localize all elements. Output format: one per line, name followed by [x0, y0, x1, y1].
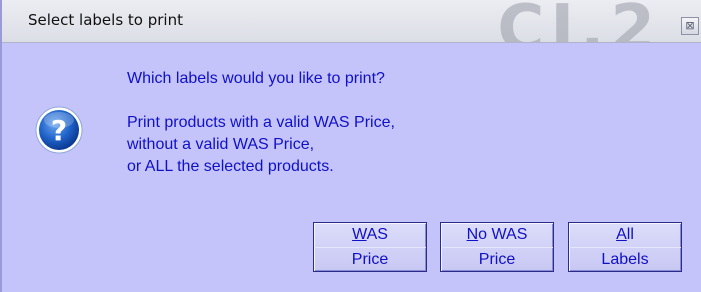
- window-title: Select labels to print: [28, 11, 183, 29]
- background-watermark: CI.2: [497, 0, 661, 43]
- no-was-price-accelerator: N: [466, 226, 479, 243]
- message-spacer: [127, 90, 395, 112]
- was-price-label-rest: AS: [366, 226, 388, 243]
- no-was-price-button-line1: No WAS: [441, 223, 553, 248]
- all-labels-button-line1: All: [569, 223, 681, 248]
- no-was-price-label-rest: o WAS: [478, 226, 528, 243]
- question-icon: ?: [35, 106, 83, 154]
- message-line-2: without a valid WAS Price,: [127, 136, 315, 153]
- close-button[interactable]: ⊠: [681, 17, 699, 35]
- message-line-1: Print products with a valid WAS Price,: [127, 114, 395, 131]
- was-price-accelerator: W: [352, 226, 367, 243]
- was-price-button-line2: Price: [351, 251, 389, 268]
- no-was-price-button-line2: Price: [478, 251, 516, 268]
- was-price-button[interactable]: WAS Price: [313, 222, 427, 272]
- no-was-price-button[interactable]: No WAS Price: [440, 222, 554, 272]
- message-text: Which labels would you like to print? Pr…: [127, 68, 395, 178]
- message-line-3: or ALL the selected products.: [127, 158, 334, 175]
- all-labels-button[interactable]: All Labels: [568, 222, 682, 272]
- select-labels-dialog: CI.2 Select labels to print ⊠ ? Which la…: [0, 0, 701, 292]
- all-labels-button-line2: Labels: [601, 251, 649, 268]
- was-price-button-line1: WAS: [314, 223, 426, 248]
- question-line: Which labels would you like to print?: [127, 70, 385, 87]
- title-bar[interactable]: CI.2 Select labels to print ⊠: [2, 0, 701, 43]
- all-labels-accelerator: A: [616, 226, 627, 243]
- all-labels-label-rest: ll: [626, 226, 634, 243]
- close-icon: ⊠: [685, 19, 695, 32]
- svg-text:?: ?: [51, 114, 67, 147]
